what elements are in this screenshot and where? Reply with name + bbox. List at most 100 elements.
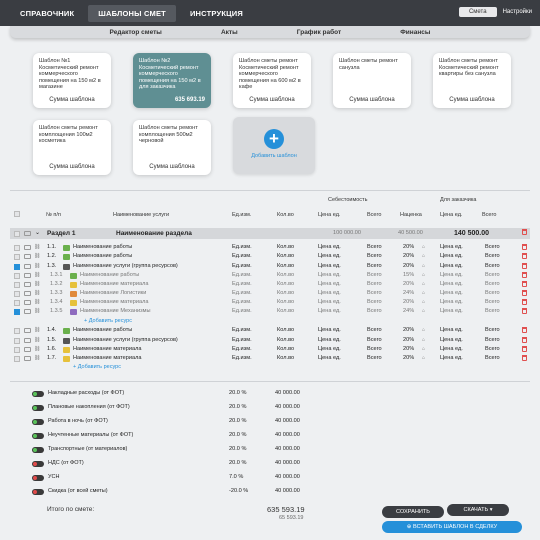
nav-directory[interactable]: СПРАВОЧНИК	[10, 5, 84, 22]
settings-link[interactable]: Настройки	[503, 9, 532, 15]
menu-icon[interactable]	[24, 338, 31, 343]
tab-finance[interactable]: Финансы	[400, 29, 430, 36]
insert-template-button[interactable]: ⊕ ВСТАВИТЬ ШАБЛОН В СДЕЛКУ	[382, 521, 522, 533]
row-name[interactable]: Наименование материала	[80, 280, 149, 289]
row-price[interactable]: Цена ед.	[318, 271, 341, 280]
row-qty[interactable]: Кол.во	[277, 354, 294, 363]
download-button[interactable]: СКАЧАТЬ ▾	[447, 504, 509, 516]
menu-icon[interactable]	[24, 347, 31, 352]
link-icon[interactable]: ⛓	[34, 298, 40, 307]
menu-icon[interactable]	[24, 231, 31, 236]
row-price[interactable]: Цена ед.	[318, 307, 341, 316]
trash-icon[interactable]	[522, 299, 527, 305]
row-checkbox[interactable]	[14, 281, 20, 288]
select-all-checkbox[interactable]	[14, 211, 20, 217]
link-icon[interactable]: ⛓	[34, 271, 40, 280]
menu-icon[interactable]	[24, 264, 31, 269]
trash-icon[interactable]	[522, 272, 527, 278]
row-price[interactable]: Цена ед.	[318, 280, 341, 289]
template-card[interactable]: Шаблон сметы ремонт санузла Сумма шаблон…	[333, 53, 411, 108]
row-checkbox[interactable]	[14, 290, 20, 297]
lock-icon[interactable]: ⌂	[422, 271, 425, 280]
menu-icon[interactable]	[24, 309, 31, 314]
resource-row[interactable]: ⛓ 1.3.2 Наименование материала Ед.изм. Кол.в…	[10, 280, 530, 289]
table-row[interactable]: ⛓ 1.4. Наименование работы Ед.изм. Кол.во Цен…	[10, 326, 530, 335]
nav-estimate-templates[interactable]: ШАБЛОНЫ СМЕТ	[88, 4, 176, 22]
row-checkbox[interactable]	[14, 253, 20, 260]
row-markup[interactable]: 20%	[403, 345, 414, 354]
link-icon[interactable]: ⛓	[34, 289, 40, 298]
row-qty[interactable]: Кол.во	[277, 336, 294, 345]
trash-icon[interactable]	[522, 327, 527, 333]
row-price[interactable]: Цена ед.	[318, 252, 341, 261]
toggle-switch[interactable]	[32, 488, 44, 495]
lock-icon[interactable]: ⌂	[422, 326, 425, 335]
surcharge-percent[interactable]: 20.0 %	[229, 431, 246, 440]
lock-icon[interactable]: ⌂	[422, 289, 425, 298]
resource-row[interactable]: ⛓ 1.3.1 Наименование работы Ед.изм. Кол.во Це…	[10, 271, 530, 280]
menu-icon[interactable]	[24, 328, 31, 333]
row-price[interactable]: Цена ед.	[318, 336, 341, 345]
lock-icon[interactable]: ⌂	[422, 336, 425, 345]
table-row[interactable]: ⛓ 1.5. Наименование услуги (группа ресурсо…	[10, 336, 530, 345]
menu-icon[interactable]	[24, 245, 31, 250]
row-name[interactable]: Наименование услуги (группа ресурсов)	[73, 336, 178, 345]
link-icon[interactable]: ⛓	[34, 307, 40, 316]
row-markup[interactable]: 20%	[403, 243, 414, 252]
row-price[interactable]: Цена ед.	[318, 298, 341, 307]
toggle-switch[interactable]	[32, 446, 44, 453]
lock-icon[interactable]: ⌂	[422, 280, 425, 289]
row-unit[interactable]: Ед.изм.	[232, 262, 252, 271]
menu-icon[interactable]	[24, 282, 31, 287]
toggle-switch[interactable]	[32, 404, 44, 411]
section-title[interactable]: Наименование раздела	[116, 228, 192, 239]
table-row[interactable]: ⛓ 1.7. Наименование материала Ед.изм. Кол.во…	[10, 354, 530, 363]
row-markup[interactable]: 15%	[403, 271, 414, 280]
lock-icon[interactable]: ⌂	[422, 354, 425, 363]
trash-icon[interactable]	[522, 229, 527, 235]
template-card[interactable]: Шаблон сметы ремонт Косметический ремонт…	[233, 53, 311, 108]
section-row[interactable]: ⌄ Раздел 1 Наименование раздела 100 000.…	[10, 228, 530, 239]
template-card[interactable]: Шаблон сметы ремонт Косметический ремонт…	[433, 53, 511, 108]
template-card-selected[interactable]: Шаблон №2 Косметический ремонт коммерчес…	[133, 53, 211, 108]
link-icon[interactable]: ⛓	[34, 336, 40, 345]
add-resource-link[interactable]: + Добавить ресурс	[84, 318, 132, 324]
row-unit[interactable]: Ед.изм.	[232, 336, 252, 345]
row-qty[interactable]: Кол.во	[277, 326, 294, 335]
menu-icon[interactable]	[24, 273, 31, 278]
row-markup[interactable]: 20%	[403, 252, 414, 261]
menu-icon[interactable]	[24, 300, 31, 305]
lock-icon[interactable]: ⌂	[422, 252, 425, 261]
trash-icon[interactable]	[522, 244, 527, 250]
surcharge-percent[interactable]: 20.0 %	[229, 459, 246, 468]
row-checkbox[interactable]	[14, 263, 20, 270]
toggle-switch[interactable]	[32, 418, 44, 425]
menu-icon[interactable]	[24, 291, 31, 296]
row-qty[interactable]: Кол.во	[277, 243, 294, 252]
row-checkbox[interactable]	[14, 299, 20, 306]
trash-icon[interactable]	[522, 337, 527, 343]
resource-row[interactable]: ⛓ 1.3.5 Наименование Механизмы Ед.изм. Кол.в…	[10, 307, 530, 316]
table-row[interactable]: ⛓ 1.2. Наименование работы Ед.изм. Кол.во Цен…	[10, 252, 530, 261]
row-unit[interactable]: Ед.изм.	[232, 252, 252, 261]
trash-icon[interactable]	[522, 308, 527, 314]
row-checkbox[interactable]	[14, 337, 20, 344]
trash-icon[interactable]	[522, 263, 527, 269]
row-price[interactable]: Цена ед.	[318, 243, 341, 252]
menu-icon[interactable]	[24, 254, 31, 259]
nav-instructions[interactable]: ИНСТРУКЦИЯ	[180, 5, 253, 22]
row-qty[interactable]: Кол.во	[277, 280, 294, 289]
lock-icon[interactable]: ⌂	[422, 262, 425, 271]
toggle-switch[interactable]	[32, 460, 44, 467]
lock-icon[interactable]: ⌂	[422, 307, 425, 316]
section-checkbox[interactable]	[14, 230, 20, 237]
save-button[interactable]: СОХРАНИТЬ	[382, 506, 444, 518]
row-unit[interactable]: Ед.изм.	[232, 307, 252, 316]
row-markup[interactable]: 24%	[403, 307, 414, 316]
resource-row[interactable]: ⛓ 1.3.3 Наименование Логистики Ед.изм. Кол.в…	[10, 289, 530, 298]
link-icon[interactable]: ⛓	[34, 262, 40, 271]
trash-icon[interactable]	[522, 355, 527, 361]
row-checkbox[interactable]	[14, 272, 20, 279]
estimate-button[interactable]: Смета	[458, 7, 497, 17]
row-qty[interactable]: Кол.во	[277, 252, 294, 261]
